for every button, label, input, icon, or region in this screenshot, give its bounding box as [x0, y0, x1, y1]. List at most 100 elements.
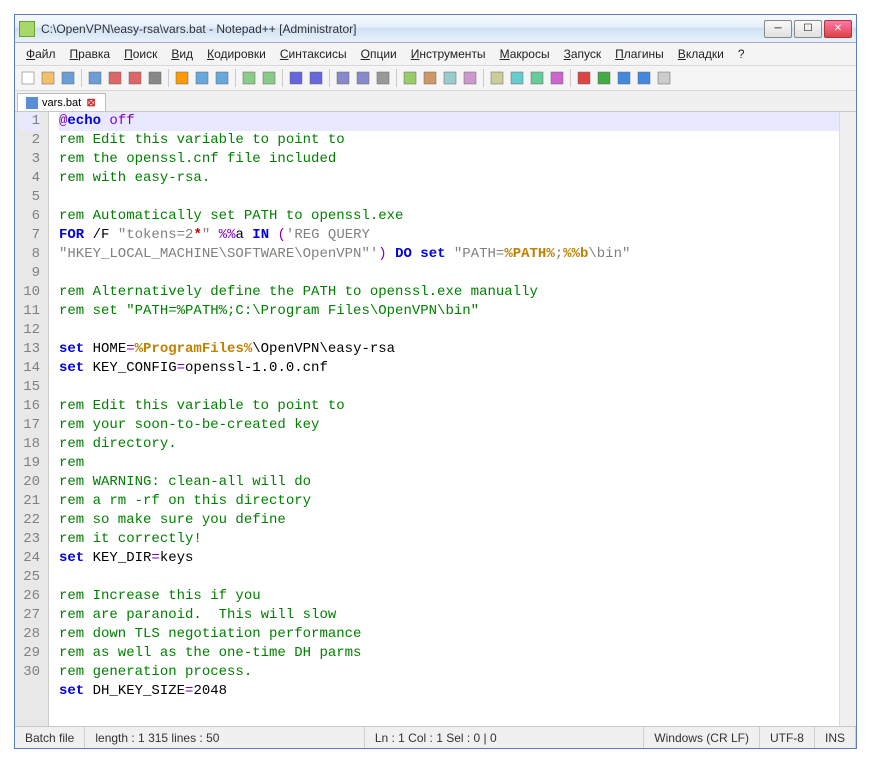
- open-icon[interactable]: [39, 69, 57, 87]
- play-multi-icon[interactable]: [635, 69, 653, 87]
- code-content[interactable]: @echo offrem Edit this variable to point…: [49, 112, 839, 726]
- new-icon[interactable]: [19, 69, 37, 87]
- tab-close-icon[interactable]: ⊠: [85, 96, 97, 109]
- app-icon: [19, 21, 35, 37]
- menu-опции[interactable]: Опции: [354, 45, 404, 63]
- code-line[interactable]: [59, 264, 839, 283]
- code-line[interactable]: rem set "PATH=%PATH%;C:\Program Files\Op…: [59, 302, 839, 321]
- stop-macro-icon[interactable]: [595, 69, 613, 87]
- menu-правка[interactable]: Правка: [63, 45, 118, 63]
- code-line[interactable]: rem it correctly!: [59, 530, 839, 549]
- copy-icon[interactable]: [193, 69, 211, 87]
- line-number: 19: [19, 454, 40, 473]
- line-number: 27: [19, 606, 40, 625]
- code-line[interactable]: [59, 188, 839, 207]
- indent-guide-icon[interactable]: [441, 69, 459, 87]
- file-icon: [26, 97, 38, 109]
- cut-icon[interactable]: [173, 69, 191, 87]
- code-line[interactable]: [59, 321, 839, 340]
- code-line[interactable]: set DH_KEY_SIZE=2048: [59, 682, 839, 701]
- code-line[interactable]: rem directory.: [59, 435, 839, 454]
- zoom-in-icon[interactable]: [334, 69, 352, 87]
- doc-map-icon[interactable]: [508, 69, 526, 87]
- status-filetype: Batch file: [15, 727, 85, 748]
- func-list-icon[interactable]: [528, 69, 546, 87]
- print-icon[interactable]: [146, 69, 164, 87]
- code-line[interactable]: rem so make sure you define: [59, 511, 839, 530]
- find-icon[interactable]: [287, 69, 305, 87]
- close-button[interactable]: ✕: [824, 20, 852, 38]
- status-mode[interactable]: INS: [815, 727, 856, 748]
- toolbar: [15, 66, 856, 91]
- status-encoding[interactable]: UTF-8: [760, 727, 815, 748]
- code-line[interactable]: rem as well as the one-time DH parms: [59, 644, 839, 663]
- monitor-icon[interactable]: [488, 69, 506, 87]
- code-line[interactable]: set HOME=%ProgramFiles%\OpenVPN\easy-rsa: [59, 340, 839, 359]
- code-line[interactable]: rem Automatically set PATH to openssl.ex…: [59, 207, 839, 226]
- all-chars-icon[interactable]: [421, 69, 439, 87]
- menu-макросы[interactable]: Макросы: [493, 45, 557, 63]
- code-line[interactable]: [59, 568, 839, 587]
- line-number: 9: [19, 264, 40, 283]
- close-icon[interactable]: [106, 69, 124, 87]
- menu-кодировки[interactable]: Кодировки: [200, 45, 273, 63]
- line-number: 4: [19, 169, 40, 188]
- line-number: 11: [19, 302, 40, 321]
- code-line[interactable]: set KEY_DIR=keys: [59, 549, 839, 568]
- menu-синтаксисы[interactable]: Синтаксисы: [273, 45, 354, 63]
- vertical-scrollbar[interactable]: [839, 112, 856, 726]
- code-line[interactable]: rem with easy-rsa.: [59, 169, 839, 188]
- lang-icon[interactable]: [461, 69, 479, 87]
- minimize-button[interactable]: ─: [764, 20, 792, 38]
- code-line[interactable]: rem a rm -rf on this directory: [59, 492, 839, 511]
- line-number: 12: [19, 321, 40, 340]
- code-line[interactable]: rem Edit this variable to point to: [59, 131, 839, 150]
- tab-bar: vars.bat ⊠: [15, 91, 856, 112]
- folder-icon[interactable]: [548, 69, 566, 87]
- status-eol[interactable]: Windows (CR LF): [644, 727, 760, 748]
- menu-запуск[interactable]: Запуск: [557, 45, 609, 63]
- menu-вид[interactable]: Вид: [164, 45, 200, 63]
- code-line[interactable]: rem down TLS negotiation performance: [59, 625, 839, 644]
- replace-icon[interactable]: [307, 69, 325, 87]
- wrap-icon[interactable]: [401, 69, 419, 87]
- menu-поиск[interactable]: Поиск: [117, 45, 164, 63]
- menu-плагины[interactable]: Плагины: [608, 45, 671, 63]
- code-line[interactable]: rem your soon-to-be-created key: [59, 416, 839, 435]
- save-macro-icon[interactable]: [655, 69, 673, 87]
- code-line[interactable]: rem the openssl.cnf file included: [59, 150, 839, 169]
- code-line[interactable]: rem WARNING: clean-all will do: [59, 473, 839, 492]
- code-line[interactable]: rem Increase this if you: [59, 587, 839, 606]
- play-macro-icon[interactable]: [615, 69, 633, 87]
- line-number: 2: [19, 131, 40, 150]
- redo-icon[interactable]: [260, 69, 278, 87]
- save-icon[interactable]: [59, 69, 77, 87]
- code-line[interactable]: rem are paranoid. This will slow: [59, 606, 839, 625]
- line-number: 17: [19, 416, 40, 435]
- editor-area[interactable]: 1234567891011121314151617181920212223242…: [15, 112, 856, 726]
- save-all-icon[interactable]: [86, 69, 104, 87]
- line-number: 1: [19, 112, 40, 131]
- file-tab[interactable]: vars.bat ⊠: [17, 93, 106, 111]
- code-line[interactable]: set KEY_CONFIG=openssl-1.0.0.cnf: [59, 359, 839, 378]
- code-line[interactable]: [59, 378, 839, 397]
- close-all-icon[interactable]: [126, 69, 144, 87]
- code-line[interactable]: rem: [59, 454, 839, 473]
- menu-инструменты[interactable]: Инструменты: [404, 45, 493, 63]
- line-number: 16: [19, 397, 40, 416]
- menu-файл[interactable]: Файл: [19, 45, 63, 63]
- record-macro-icon[interactable]: [575, 69, 593, 87]
- line-number: 10: [19, 283, 40, 302]
- undo-icon[interactable]: [240, 69, 258, 87]
- zoom-out-icon[interactable]: [354, 69, 372, 87]
- menu-вкладки[interactable]: Вкладки: [671, 45, 731, 63]
- code-line[interactable]: rem Alternatively define the PATH to ope…: [59, 283, 839, 302]
- sync-icon[interactable]: [374, 69, 392, 87]
- paste-icon[interactable]: [213, 69, 231, 87]
- code-line[interactable]: @echo off: [59, 112, 839, 131]
- code-line[interactable]: rem generation process.: [59, 663, 839, 682]
- menu-?[interactable]: ?: [731, 45, 752, 63]
- maximize-button[interactable]: ☐: [794, 20, 822, 38]
- code-line[interactable]: rem Edit this variable to point to: [59, 397, 839, 416]
- titlebar[interactable]: C:\OpenVPN\easy-rsa\vars.bat - Notepad++…: [15, 15, 856, 43]
